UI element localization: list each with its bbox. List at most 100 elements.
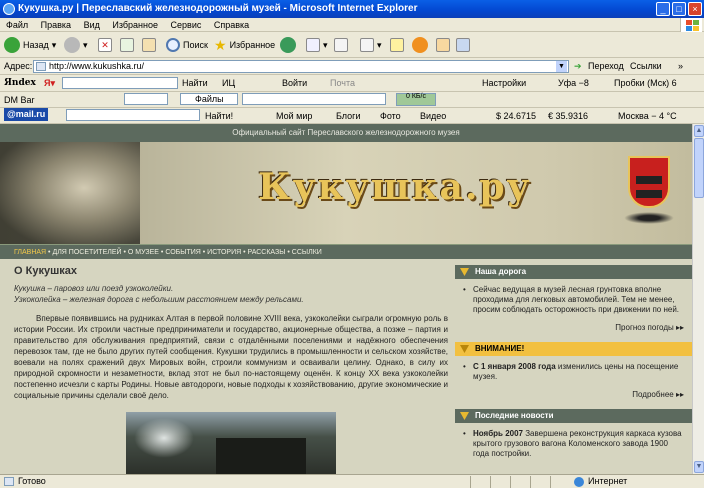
search-button[interactable]: Поиск (166, 36, 208, 54)
address-input[interactable]: http://www.kukushka.ru/ ▼ (33, 60, 569, 73)
scroll-thumb[interactable] (694, 138, 704, 198)
maximize-button[interactable]: □ (672, 2, 686, 16)
history-button[interactable] (280, 36, 296, 54)
files-dropdown[interactable]: Файлы (180, 93, 238, 105)
mailru-logo[interactable]: @mail.ru (4, 108, 49, 121)
sidebar: Наша дорога Сейчас ведущая в музей лесна… (455, 265, 692, 463)
lead-line-1: Кукушка – паровоз или поезд узкоколейки. (14, 284, 174, 293)
scroll-down-icon[interactable]: ▼ (694, 461, 704, 473)
print-button[interactable] (334, 36, 348, 54)
address-dropdown-icon[interactable]: ▼ (556, 61, 567, 72)
yandex-logo[interactable]: Яndex (4, 76, 36, 90)
ie-icon (3, 3, 15, 15)
nav-links[interactable]: ССЫЛКИ (292, 249, 322, 256)
arrow-down-icon (460, 345, 469, 353)
at-icon (412, 37, 428, 53)
yandex-search-input[interactable] (62, 77, 178, 89)
mail-button[interactable]: ▾ (306, 36, 328, 54)
news-box-title: Последние новости (475, 411, 554, 420)
research-button[interactable] (436, 36, 450, 54)
road-box-title: Наша дорога (475, 267, 527, 276)
vertical-scrollbar[interactable]: ▲ ▼ (692, 124, 704, 474)
yandex-find-button[interactable]: Найти (182, 76, 208, 90)
mailru-toolbar: @mail.ru Найти! Мой мир Блоги Фото Видео… (0, 108, 704, 124)
mailru-find-button[interactable]: Найти! (205, 109, 233, 123)
road-box-header: Наша дорога (455, 265, 692, 279)
arrow-down-icon (460, 412, 469, 420)
yandex-mail-button[interactable]: Почта (330, 76, 355, 90)
favorites-label: Избранное (229, 40, 276, 50)
forward-arrow-icon (64, 37, 80, 53)
main-article: О Кукушках Кукушка – паровоз или поезд у… (14, 265, 448, 401)
dmbar-widget[interactable] (124, 93, 168, 105)
nav-history[interactable]: ИСТОРИЯ (207, 249, 241, 256)
discuss-button[interactable] (390, 36, 404, 54)
yandex-settings-button[interactable]: Настройки (482, 76, 526, 90)
standard-toolbar: Назад ▾ ▾ ✕ Поиск ★ Избранное ▾ ▾ (0, 32, 704, 58)
weather-forecast-link[interactable]: Прогноз погоды ▸▸ (455, 319, 692, 342)
window-title: Кукушка.ру | Переславский железнодорожны… (18, 3, 418, 14)
yandex-menu-icon[interactable]: Я▾ (44, 76, 55, 90)
speed-meter: 0 КБ/с (396, 93, 436, 106)
tool-button[interactable] (456, 36, 470, 54)
site-header: Официальный сайт Переславского железнодо… (0, 124, 692, 142)
back-arrow-icon (4, 37, 20, 53)
attention-box-title: ВНИМАНИЕ! (475, 344, 525, 353)
back-label: Назад (23, 40, 49, 50)
close-button[interactable]: × (688, 2, 702, 16)
print-icon (334, 38, 348, 52)
home-button[interactable] (142, 36, 156, 54)
site-logo[interactable]: Кукушка.ру (258, 166, 532, 208)
attention-box-text: С 1 января 2008 года изменились цены на … (455, 356, 692, 386)
nav-stories[interactable]: РАССКАЗЫ (248, 249, 286, 256)
yandex-weather[interactable]: Уфа −8 (558, 76, 589, 90)
research-icon (436, 38, 450, 52)
more-details-link[interactable]: Подробнее ▸▸ (455, 386, 692, 409)
dmbar-input[interactable] (242, 93, 386, 105)
nav-visitors[interactable]: ДЛЯ ПОСЕТИТЕЛЕЙ (52, 249, 121, 256)
menu-edit[interactable]: Правка (41, 20, 71, 30)
yandex-login-button[interactable]: Войти (282, 76, 307, 90)
article-title: О Кукушках (14, 265, 77, 277)
menu-favorites[interactable]: Избранное (112, 20, 158, 30)
nav-about[interactable]: О МУЗЕЕ (128, 249, 159, 256)
mailru-search-input[interactable] (66, 109, 200, 121)
stop-button[interactable]: ✕ (98, 36, 112, 54)
go-button[interactable]: Переход (588, 59, 624, 73)
windows-logo-icon (680, 18, 702, 32)
refresh-button[interactable] (120, 36, 134, 54)
go-arrow-icon[interactable]: ➔ (574, 59, 582, 73)
video-link[interactable]: Видео (420, 109, 446, 123)
web-page: Официальный сайт Переславского железнодо… (0, 124, 692, 474)
scroll-up-icon[interactable]: ▲ (694, 125, 704, 137)
nav-home[interactable]: ГЛАВНАЯ (14, 249, 46, 256)
myworld-link[interactable]: Мой мир (276, 109, 312, 123)
blogs-link[interactable]: Блоги (336, 109, 360, 123)
menu-help[interactable]: Справка (214, 20, 249, 30)
yandex-traffic[interactable]: Пробки (Мск) 6 (614, 76, 677, 90)
tool-icon (456, 38, 470, 52)
menu-view[interactable]: Вид (84, 20, 100, 30)
window-titlebar[interactable]: Кукушка.ру | Переславский железнодорожны… (0, 0, 704, 18)
attention-date: С 1 января 2008 года (473, 362, 556, 371)
train-engraving-image (0, 142, 140, 244)
favorites-button[interactable]: ★ Избранное (214, 36, 275, 54)
photo-link[interactable]: Фото (380, 109, 401, 123)
minimize-button[interactable]: _ (656, 2, 670, 16)
search-label: Поиск (183, 40, 208, 50)
status-bar: Готово Интернет (0, 474, 704, 488)
menu-tools[interactable]: Сервис (171, 20, 202, 30)
note-icon (390, 38, 404, 52)
back-button[interactable]: Назад ▾ (4, 36, 56, 54)
forward-button[interactable]: ▾ (64, 36, 88, 54)
links-chevron-icon[interactable]: » (678, 59, 683, 73)
links-button[interactable]: Ссылки (630, 59, 662, 73)
news-box-header: Последние новости (455, 409, 692, 423)
edit-button[interactable]: ▾ (360, 36, 382, 54)
menu-bar: Файл Правка Вид Избранное Сервис Справка (0, 18, 704, 32)
refresh-icon (120, 38, 134, 52)
menu-file[interactable]: Файл (6, 20, 28, 30)
yandex-ic[interactable]: ИЦ (222, 76, 235, 90)
messenger-button[interactable] (412, 36, 428, 54)
nav-events[interactable]: СОБЫТИЯ (165, 249, 201, 256)
